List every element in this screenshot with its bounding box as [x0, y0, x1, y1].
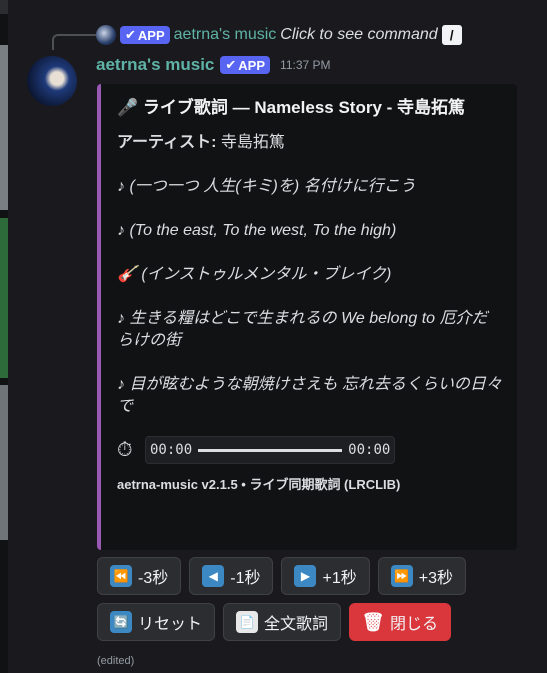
reply-author[interactable]: aetrna's music: [174, 26, 277, 44]
rewind-3s-button[interactable]: ⏪ -3秒: [97, 557, 182, 595]
rewind-icon: ◀: [202, 565, 225, 587]
avatar[interactable]: [27, 56, 77, 106]
stopwatch-icon: ⏱: [117, 439, 133, 461]
forward-3s-button[interactable]: ⏩ +3秒: [377, 557, 466, 595]
gutter-block: [0, 45, 8, 210]
gutter-block: [0, 385, 8, 540]
total-time: 00:00: [348, 442, 391, 458]
lyric-line: ♪ (To the east, To the west, To the high…: [117, 222, 397, 239]
artist-value: 寺島拓篤: [216, 134, 285, 151]
trash-icon: 🗑: [361, 611, 385, 632]
rewind-1s-button[interactable]: ◀ -1秒: [189, 557, 274, 595]
lyrics-embed: 🎤 ライブ歌詞 — Nameless Story - 寺島拓篤 アーティスト: …: [97, 84, 517, 550]
gutter-block: [0, 0, 8, 14]
button-label: リセット: [138, 616, 203, 633]
edited-label: (edited): [97, 655, 135, 667]
message-header: aetrna's music ✔ APP 11:37 PM: [96, 55, 331, 75]
play-icon: ▶: [294, 565, 317, 587]
app-badge: ✔ APP: [120, 26, 170, 44]
progress-bar: [198, 448, 343, 452]
slash-command-icon[interactable]: /: [441, 25, 462, 45]
lyric-line: 🎸 (インストゥルメンタル・ブレイク): [117, 266, 392, 283]
author-name[interactable]: aetrna's music: [96, 55, 214, 75]
seek-button-row: ⏪ -3秒 ◀ -1秒 ▶ +1秒 ⏩ +3秒: [97, 557, 466, 595]
reply-reference[interactable]: ✔ APP aetrna's music Click to see command…: [96, 24, 462, 46]
reset-button[interactable]: 🔄 リセット: [97, 603, 216, 641]
embed-description: アーティスト: 寺島拓篤 ♪ (一つ一つ 人生(キミ)を) 名付けに行こう ♪ …: [117, 132, 503, 464]
current-time: 00:00: [150, 442, 193, 458]
action-button-row: 🔄 リセット 📄 全文歌詞 🗑 閉じる: [97, 603, 452, 641]
timestamp[interactable]: 11:37 PM: [280, 58, 330, 72]
button-label: +3秒: [418, 570, 453, 587]
artist-label: アーティスト:: [117, 134, 217, 151]
app-badge: ✔ APP: [220, 56, 271, 74]
forward-1s-button[interactable]: ▶ +1秒: [281, 557, 370, 595]
close-button[interactable]: 🗑 閉じる: [349, 603, 452, 641]
check-icon: ✔: [125, 27, 136, 42]
document-icon: 📄: [236, 611, 259, 633]
lyric-line: ♪ (一つ一つ 人生(キミ)を) 名付けに行こう: [117, 178, 416, 195]
player-line: ⏱ 00:00 00:00: [117, 436, 503, 464]
button-label: +1秒: [322, 570, 357, 587]
embed-footer: aetrna-music v2.1.5 • ライブ同期歌詞 (LRCLIB): [117, 477, 401, 492]
button-label: 閉じる: [390, 616, 439, 633]
reply-avatar[interactable]: [96, 25, 116, 45]
fast-forward-icon: ⏩: [390, 565, 413, 587]
button-label: -3秒: [138, 570, 169, 587]
check-icon: ✔: [225, 57, 237, 72]
reply-connector: [52, 34, 96, 50]
badge-label: APP: [137, 27, 165, 43]
badge-label: APP: [238, 57, 266, 73]
lyric-line: ♪ 目が眩むような朝焼けさえも 忘れ去るくらいの日々で: [117, 376, 502, 415]
artist-line: アーティスト: 寺島拓篤: [117, 132, 503, 154]
gutter-block: [0, 218, 8, 378]
fast-rewind-icon: ⏪: [110, 565, 132, 587]
embed-title: 🎤 ライブ歌詞 — Nameless Story - 寺島拓篤: [117, 98, 466, 117]
button-label: -1秒: [230, 570, 261, 587]
lyric-line: ♪ 生きる糧はどこで生まれるの We belong to 厄介だらけの街: [117, 310, 488, 349]
left-gutter: [0, 0, 8, 673]
refresh-icon: 🔄: [110, 611, 132, 633]
button-label: 全文歌詞: [264, 616, 329, 633]
reply-text[interactable]: Click to see command: [280, 26, 437, 44]
progress-code: 00:00 00:00: [145, 436, 396, 464]
full-lyrics-button[interactable]: 📄 全文歌詞: [223, 603, 342, 641]
